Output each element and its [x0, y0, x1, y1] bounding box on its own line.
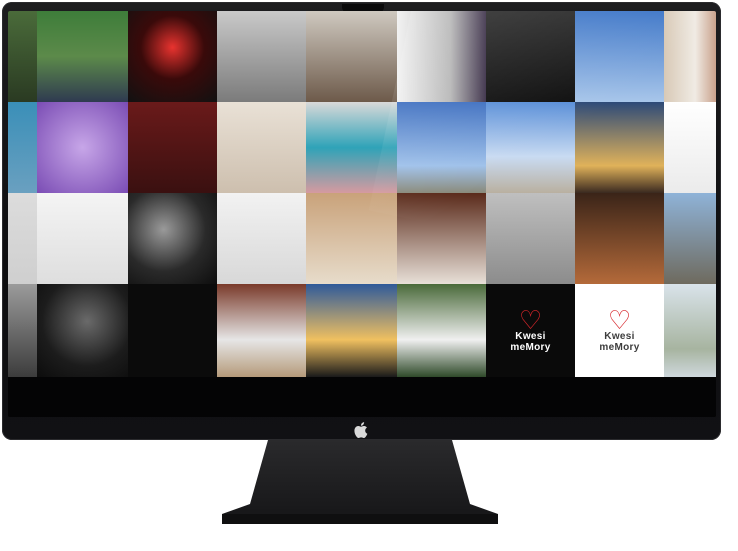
- monitor-screen: ♡ Kwesi meMory ♡ Kwesi meMory: [8, 11, 716, 417]
- tile-grey-dress[interactable]: [486, 193, 575, 284]
- heart-icon: ♡: [607, 304, 632, 335]
- tile-sky-clouds[interactable]: [575, 11, 664, 102]
- tile-corridor-dress[interactable]: [575, 193, 664, 284]
- tile-independence-arch[interactable]: [486, 102, 575, 193]
- tile-child-bw[interactable]: [8, 284, 37, 377]
- logo-text-line2: meMory: [599, 341, 640, 353]
- logo-text-line1: Kwesi: [515, 330, 546, 342]
- tile-bride-veil[interactable]: [397, 193, 486, 284]
- tile-portrait-trees[interactable]: [8, 11, 37, 102]
- tile-monument-sky[interactable]: [397, 102, 486, 193]
- photo-grid: ♡ Kwesi meMory ♡ Kwesi meMory: [8, 11, 716, 377]
- tile-perfume-bottle[interactable]: [37, 193, 128, 284]
- tile-town-aerial[interactable]: [664, 193, 716, 284]
- tile-blank-left[interactable]: [8, 193, 37, 284]
- tile-red-flower[interactable]: [128, 11, 217, 102]
- kwesi-memory-logo: ♡ Kwesi meMory: [575, 284, 664, 377]
- tile-beach-sunset[interactable]: [575, 102, 664, 193]
- tile-dark-empty[interactable]: [128, 284, 217, 377]
- monitor-stand: [222, 440, 498, 524]
- tile-shoes-grey[interactable]: [217, 11, 306, 102]
- logo-text-line2: meMory: [510, 341, 551, 353]
- tile-logo-light[interactable]: ♡ Kwesi meMory: [575, 284, 664, 377]
- tile-woman-bw[interactable]: [37, 284, 128, 377]
- tile-sneaker[interactable]: [306, 11, 397, 102]
- tile-bride-garden[interactable]: [397, 284, 486, 377]
- tile-bridesmaids-blue[interactable]: [8, 102, 37, 193]
- tile-lagoon[interactable]: [664, 284, 716, 377]
- logo-text-line1: Kwesi: [604, 330, 635, 342]
- tile-sunset-horizon[interactable]: [306, 284, 397, 377]
- tile-couple-group[interactable]: [217, 284, 306, 377]
- tile-bride-dress[interactable]: [397, 11, 486, 102]
- tile-nail-polish[interactable]: [664, 102, 716, 193]
- tile-logo-dark[interactable]: ♡ Kwesi meMory: [486, 284, 575, 377]
- tile-groom-couple[interactable]: [664, 11, 716, 102]
- tile-man-sweater[interactable]: [37, 11, 128, 102]
- screen-bottom-area: [8, 377, 716, 417]
- imac-monitor: ♡ Kwesi meMory ♡ Kwesi meMory: [2, 2, 721, 440]
- tile-wedding-gown[interactable]: [217, 102, 306, 193]
- apple-logo-icon: [354, 422, 368, 438]
- tile-purple-decor[interactable]: [37, 102, 128, 193]
- kwesi-memory-logo: ♡ Kwesi meMory: [486, 284, 575, 377]
- heart-icon: ♡: [518, 304, 543, 335]
- tile-bride-bath[interactable]: [306, 193, 397, 284]
- tile-bridal-party[interactable]: [306, 102, 397, 193]
- tile-phone[interactable]: [486, 11, 575, 102]
- tile-sprays-coils[interactable]: [217, 193, 306, 284]
- tile-bride-steps[interactable]: [128, 102, 217, 193]
- tile-smiling-woman-bw[interactable]: [128, 193, 217, 284]
